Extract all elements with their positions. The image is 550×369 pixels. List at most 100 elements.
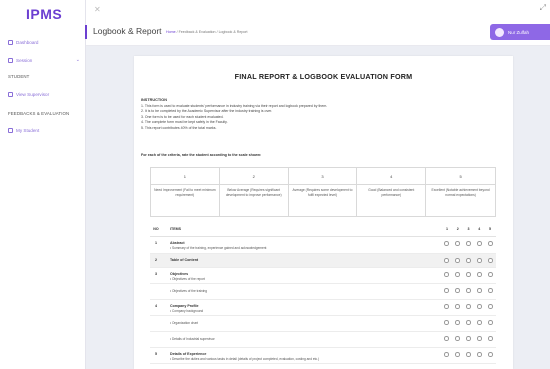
score-radio-group [444,254,496,263]
item-number: 2 [155,258,157,262]
score-radio-button[interactable] [477,336,482,341]
sidebar-section-title: STUDENT [8,74,30,79]
scale-description: Average (Requires some development to fu… [292,188,353,197]
item-number [150,316,162,320]
score-radio-button[interactable] [466,258,471,263]
item-number [150,332,162,336]
users-icon [8,128,13,133]
sidebar-item-dashboard[interactable]: Dashboard [8,40,80,45]
score-radio-button[interactable] [477,304,482,309]
breadcrumb-parent[interactable]: Feedback & Evaluation [179,30,216,34]
score-radio-button[interactable] [488,336,493,341]
close-icon[interactable]: ✕ [94,5,101,14]
sidebar-item-view-supervisor[interactable]: View Supervisor [8,92,80,97]
score-radio-button[interactable] [455,304,460,309]
score-radio-button[interactable] [455,336,460,341]
item-title: Company Profile [170,304,199,308]
item-subcriterion: • Summary of the training, experience ga… [170,246,267,250]
score-radio-button[interactable] [444,241,449,246]
instruction-list: 1. This form is used to evaluate student… [141,104,327,131]
fullscreen-icon[interactable]: ⤢ [540,3,546,13]
score-radio-button[interactable] [455,258,460,263]
scale-number: 4 [357,168,426,185]
user-menu-button[interactable]: Nur Zulfah [490,24,550,40]
item-subcriterion: • Describe the duties and various tasks … [170,357,320,361]
score-radio-button[interactable] [488,352,493,357]
top-bar [86,0,550,20]
item-number: 5 [155,352,157,356]
score-radio-button[interactable] [444,352,449,357]
score-radio-button[interactable] [488,258,493,263]
score-radio-button[interactable] [488,272,493,277]
table-header: NO ITEMS 1 2 3 4 5 [150,222,496,237]
score-radio-button[interactable] [466,288,471,293]
sidebar-item-session[interactable]: Session ⌄ [8,57,80,63]
score-radio-button[interactable] [466,304,471,309]
table-row: 1 Abstract • Summary of the training, expe… [150,237,496,254]
app-logo[interactable]: IPMS [26,6,62,22]
sidebar-item-label: Session [16,57,33,63]
scale-description: Below Average (Requires significant deve… [225,188,282,197]
score-radio-button[interactable] [488,288,493,293]
scale-number: 1 [151,168,219,185]
scale-description: Excellent (Notable achievement beyond no… [431,188,490,197]
breadcrumb-separator: / [176,29,178,34]
score-radio-button[interactable] [455,241,460,246]
scale-column: 5 Excellent (Notable achievement beyond … [426,168,495,216]
item-number [150,284,162,288]
sidebar-item-label: Dashboard [16,40,39,45]
score-radio-button[interactable] [444,320,449,325]
score-radio-button[interactable] [455,320,460,325]
score-radio-button[interactable] [444,272,449,277]
score-radio-button[interactable] [466,272,471,277]
score-radio-button[interactable] [488,304,493,309]
column-header-items: ITEMS [170,227,181,231]
score-radio-button[interactable] [477,272,482,277]
score-radio-button[interactable] [477,320,482,325]
item-subcriterion: • Organization chart [170,321,199,325]
score-radio-button[interactable] [444,336,449,341]
score-radio-button[interactable] [488,241,493,246]
item-title: Objectives [170,272,189,276]
home-icon [8,40,13,45]
score-radio-button[interactable] [444,304,449,309]
item-cell: • Objectives of the training [162,284,444,293]
score-radio-button[interactable] [444,288,449,293]
table-row: 5 Details of Experience • Describe the dut… [150,348,496,364]
sidebar-section-title: FEEDBACKS & EVALUATION [8,111,70,116]
score-radio-button[interactable] [477,258,482,263]
score-radio-button[interactable] [455,352,460,357]
score-radio-button[interactable] [477,288,482,293]
score-radio-button[interactable] [466,241,471,246]
item-subcriterion: • Details of Industrial supervisor [170,337,215,341]
score-radio-button[interactable] [466,352,471,357]
scale-description: Need Improvement (Fail to meet minimum r… [154,188,216,197]
table-row: • Objectives of the training [150,284,496,300]
scale-column: 1 Need Improvement (Fail to meet minimum… [151,168,220,216]
sidebar-item-my-student[interactable]: My Student [8,128,80,133]
item-cell: Details of Experience • Describe the duti… [162,348,444,361]
item-number: 3 [155,272,157,276]
item-number: 1 [155,241,157,245]
score-radio-button[interactable] [477,241,482,246]
score-radio-button[interactable] [488,320,493,325]
item-number: 4 [155,304,157,308]
score-radio-group [444,348,496,357]
page-title: Logbook & Report [93,26,162,36]
score-header: 2 [456,227,459,231]
score-header: 5 [489,227,491,231]
score-radio-button[interactable] [455,288,460,293]
score-radio-button[interactable] [444,258,449,263]
score-radio-button[interactable] [455,272,460,277]
scale-number: 5 [426,168,495,185]
instruction-heading: INSTRUCTION [141,98,167,102]
table-row: 4 Company Profile • Company background [150,300,496,316]
scale-column: 3 Average (Requires some development to … [288,168,358,216]
score-radio-button[interactable] [477,352,482,357]
score-header: 1 [446,227,448,231]
score-radio-button[interactable] [466,336,471,341]
item-cell: • Details of Industrial supervisor [162,332,444,341]
breadcrumb-home[interactable]: Home [166,30,176,34]
score-radio-button[interactable] [466,320,471,325]
sidebar-item-label: My Student [16,128,40,133]
